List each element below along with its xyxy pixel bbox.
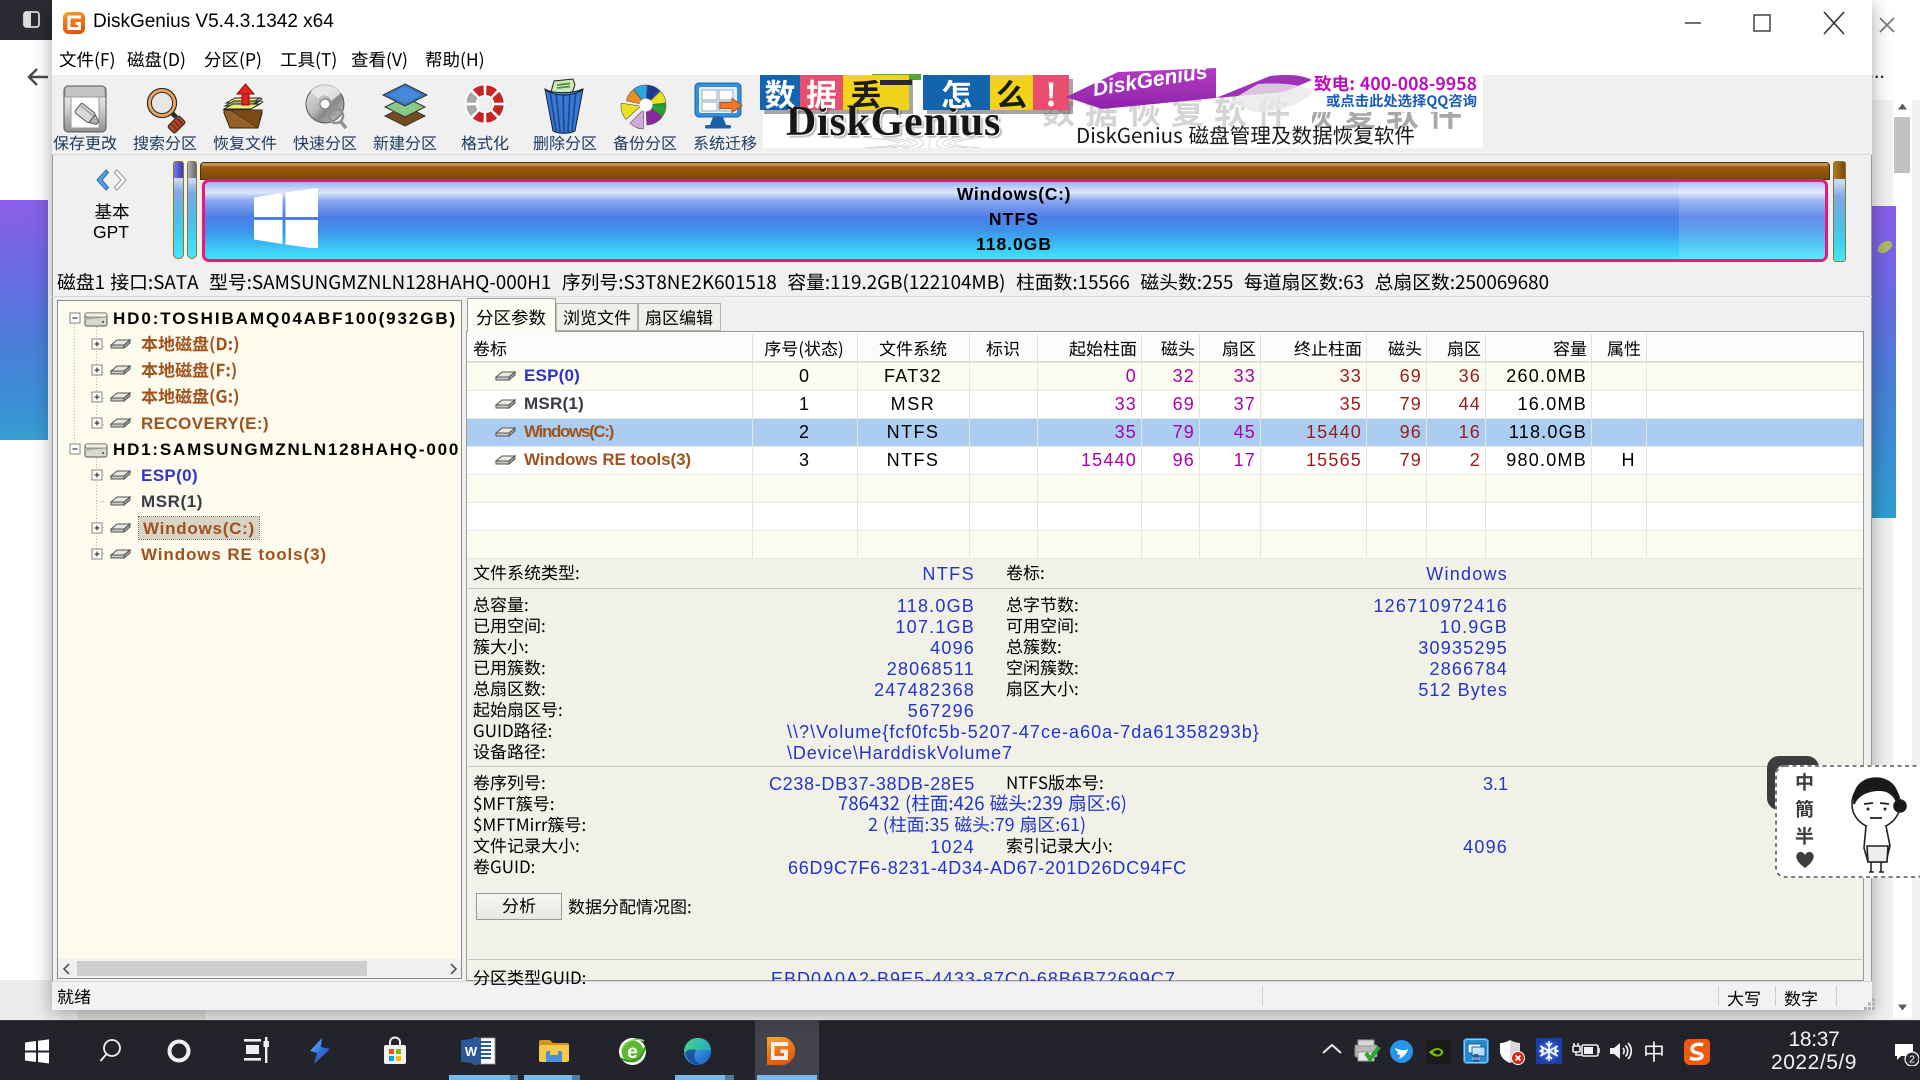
svg-text:2: 2 (1909, 1055, 1915, 1066)
svg-text:W: W (465, 1044, 478, 1059)
